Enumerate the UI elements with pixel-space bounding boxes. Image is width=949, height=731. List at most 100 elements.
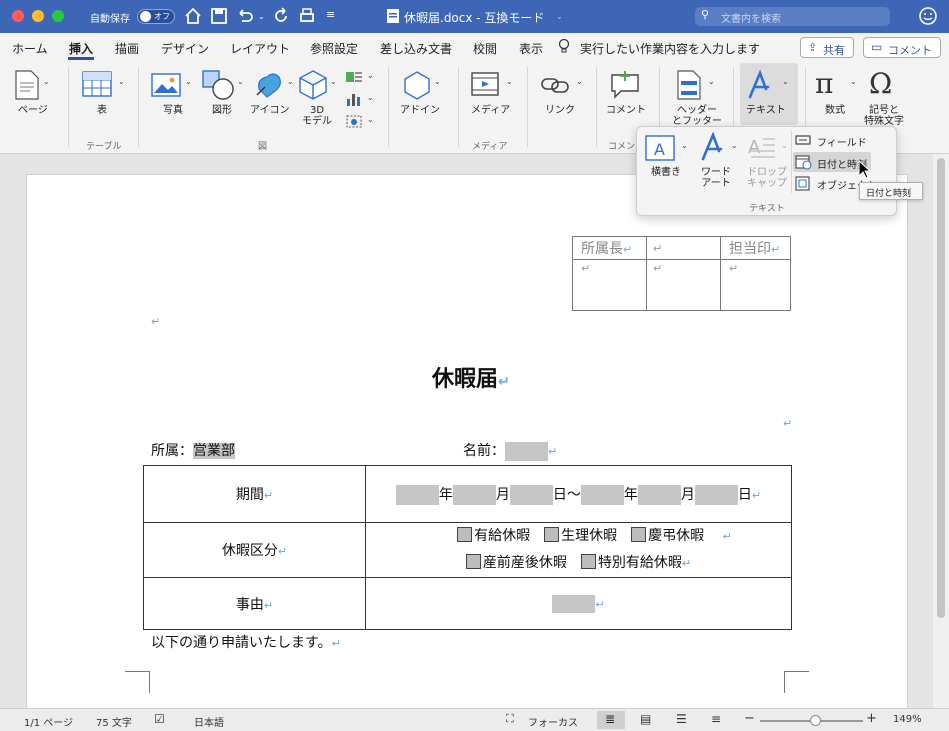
dropcap-chevron-icon[interactable]: ⌄: [781, 141, 788, 150]
textbox-chevron-icon[interactable]: ⌄: [681, 141, 688, 150]
print-icon[interactable]: [298, 7, 316, 25]
screenshot-chevron-icon[interactable]: ⌄: [367, 115, 374, 124]
media-icon[interactable]: [470, 71, 502, 99]
comments-button[interactable]: ▭ コメント: [863, 37, 941, 58]
link-chevron-icon[interactable]: ⌄: [576, 77, 583, 86]
reason-value-cell[interactable]: ↵: [365, 577, 792, 630]
language[interactable]: 日本語: [194, 714, 224, 729]
category-options-cell[interactable]: 有給休暇 生理休暇 慶弔休暇 ↵ 産前産後休暇 特別有給休暇↵: [365, 522, 792, 578]
home-icon[interactable]: [184, 7, 202, 25]
page-count[interactable]: 1/1 ページ: [24, 714, 73, 729]
autosave-toggle[interactable]: オフ: [137, 9, 175, 24]
icons-icon[interactable]: [253, 69, 285, 101]
pi-equation-icon[interactable]: π: [815, 67, 833, 100]
special-paid-leave-checkbox[interactable]: [580, 554, 596, 569]
focus-icon[interactable]: ⛶: [506, 712, 514, 726]
zoom-in-button[interactable]: +: [866, 711, 877, 726]
photo-icon[interactable]: [150, 71, 182, 99]
tab-insert[interactable]: 挿入: [69, 40, 93, 57]
addin-icon[interactable]: [403, 69, 431, 101]
category-label-cell[interactable]: 休暇区分↵: [143, 522, 366, 578]
zoom-slider-thumb[interactable]: [810, 715, 821, 726]
reason-field[interactable]: [552, 594, 596, 613]
word-count[interactable]: 75 文字: [96, 714, 132, 729]
closing-sentence[interactable]: 以下の通り申請いたします。↵: [151, 632, 341, 652]
omega-symbol-icon[interactable]: Ω: [869, 67, 892, 100]
new-comment-icon[interactable]: [609, 69, 641, 99]
page-chevron-icon[interactable]: ⌄: [43, 77, 50, 86]
menstrual-leave-checkbox[interactable]: [544, 527, 560, 542]
photo-chevron-icon[interactable]: ⌄: [185, 77, 192, 86]
account-smiley-icon[interactable]: [918, 6, 938, 26]
table-chevron-icon[interactable]: ⌄: [118, 77, 125, 86]
textbox-button[interactable]: A: [643, 133, 683, 163]
icons-chevron-icon[interactable]: ⌄: [287, 77, 294, 86]
zoom-window-button[interactable]: [52, 10, 64, 22]
end-month-field[interactable]: [637, 484, 681, 505]
proofing-icon[interactable]: ☑: [154, 712, 165, 726]
department-value[interactable]: 営業部: [193, 443, 235, 459]
document-page[interactable]: 所属長↵ ↵ 担当印↵ ↵ ↵ ↵ ↵ 休暇届↵ ↵ 所属：営業部 名前： ↵ 期…: [26, 174, 908, 708]
tell-me-field[interactable]: 実行したい作業内容を入力します: [580, 40, 760, 57]
field-menu-item[interactable]: フィールド: [793, 131, 893, 149]
maternity-leave-checkbox[interactable]: [465, 554, 481, 569]
web-layout-icon[interactable]: ▤: [640, 712, 651, 726]
wordart-icon[interactable]: [699, 132, 729, 162]
bereavement-leave-checkbox[interactable]: [631, 527, 647, 542]
print-layout-view-button[interactable]: ≣: [597, 711, 625, 729]
stamp-header-cell[interactable]: 所属長↵: [572, 236, 647, 260]
stamp-header-cell[interactable]: ↵: [646, 236, 721, 260]
stamp-cell[interactable]: ↵: [572, 259, 647, 311]
start-day-field[interactable]: [509, 484, 553, 505]
screenshot-icon[interactable]: [345, 113, 363, 129]
tab-home[interactable]: ホーム: [12, 40, 48, 57]
stamp-cell[interactable]: ↵: [720, 259, 791, 311]
tab-design[interactable]: デザイン: [161, 40, 209, 57]
draft-view-icon[interactable]: ≡: [711, 712, 721, 726]
undo-chevron-icon[interactable]: ⌄: [258, 12, 265, 21]
scrollbar-thumb[interactable]: [937, 158, 945, 618]
end-day-field[interactable]: [694, 484, 738, 505]
outline-view-icon[interactable]: ☰: [676, 712, 687, 726]
tab-view[interactable]: 表示: [519, 40, 543, 57]
focus-label[interactable]: フォーカス: [528, 714, 578, 729]
table-icon[interactable]: [82, 71, 114, 99]
tab-mailings[interactable]: 差し込み文書: [380, 40, 452, 57]
smartart-icon[interactable]: [345, 69, 363, 85]
wordart-chevron-icon[interactable]: ⌄: [731, 141, 738, 150]
search-box[interactable]: ⚲ 文書内を検索: [695, 7, 890, 26]
reason-label-cell[interactable]: 事由↵: [143, 577, 366, 630]
stamp-cell[interactable]: ↵: [646, 259, 721, 311]
close-window-button[interactable]: [12, 10, 24, 22]
zoom-out-button[interactable]: −: [744, 711, 755, 726]
stamp-header-cell[interactable]: 担当印↵: [720, 236, 791, 260]
start-year-field[interactable]: [395, 484, 439, 505]
period-label-cell[interactable]: 期間↵: [143, 465, 366, 523]
customize-toolbar-icon[interactable]: ≡: [326, 8, 335, 21]
vertical-scrollbar[interactable]: [933, 154, 949, 708]
zoom-level[interactable]: 149%: [893, 714, 922, 725]
tab-review[interactable]: 校閲: [473, 40, 497, 57]
department-line[interactable]: 所属：営業部: [151, 440, 235, 460]
tab-draw[interactable]: 描画: [115, 40, 139, 57]
dropcap-icon[interactable]: A: [747, 133, 777, 161]
shape-chevron-icon[interactable]: ⌄: [237, 77, 244, 86]
smartart-chevron-icon[interactable]: ⌄: [367, 71, 374, 80]
share-button[interactable]: ⇪ 共有: [800, 37, 854, 58]
chart-chevron-icon[interactable]: ⌄: [367, 93, 374, 102]
3d-model-chevron-icon[interactable]: ⌄: [330, 77, 337, 86]
period-value-cell[interactable]: 年月日〜年月日↵: [365, 465, 792, 523]
end-year-field[interactable]: [580, 484, 624, 505]
start-month-field[interactable]: [452, 484, 496, 505]
equation-chevron-icon[interactable]: ⌄: [850, 77, 857, 86]
text-button[interactable]: ⌄ テキスト: [740, 63, 798, 125]
media-chevron-icon[interactable]: ⌄: [506, 77, 513, 86]
redo-icon[interactable]: [272, 7, 290, 25]
save-icon[interactable]: [210, 7, 228, 25]
3d-model-icon[interactable]: [298, 69, 328, 101]
tab-layout[interactable]: レイアウト: [230, 40, 290, 57]
name-field[interactable]: [505, 441, 548, 461]
minimize-window-button[interactable]: [32, 10, 44, 22]
chart-icon[interactable]: [345, 91, 363, 107]
title-chevron-icon[interactable]: ⌄: [556, 12, 563, 21]
